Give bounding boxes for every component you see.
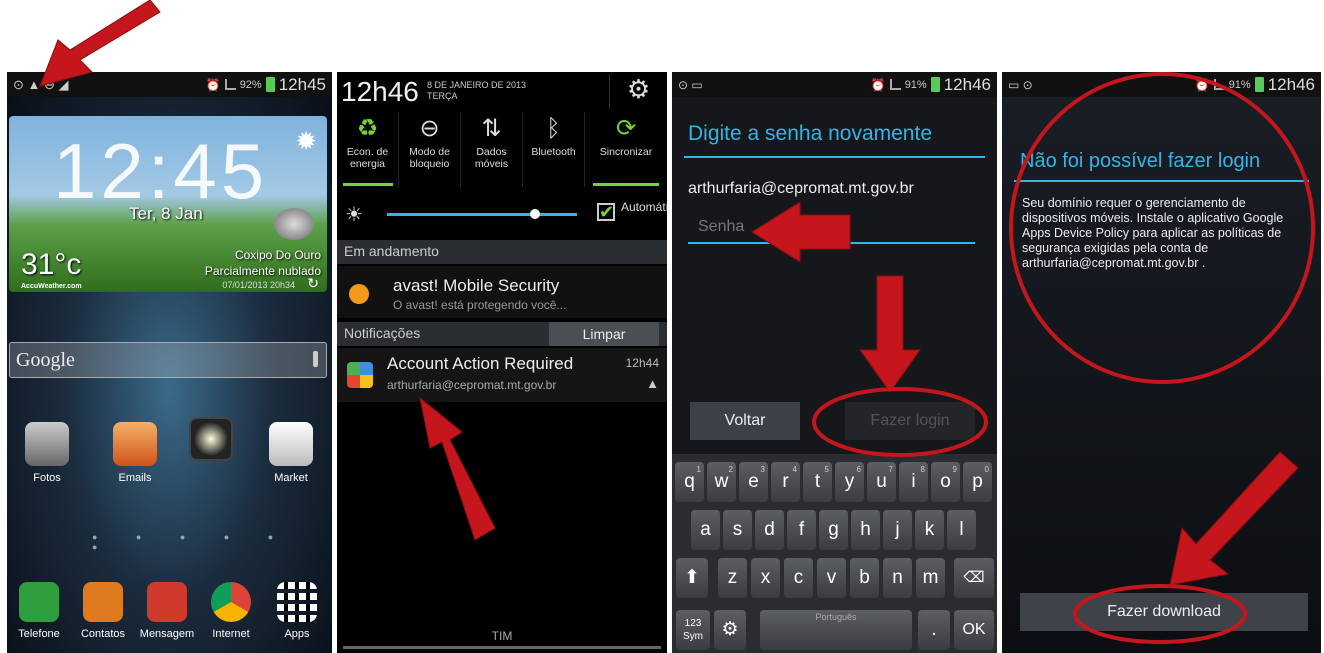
arrow-icon xyxy=(859,275,921,393)
arrow-icon xyxy=(419,396,496,541)
highlight-ring xyxy=(1073,584,1247,644)
highlight-ring xyxy=(1009,72,1315,384)
arrow-icon xyxy=(1169,451,1299,586)
arrow-icon xyxy=(39,0,161,87)
annotation-overlay xyxy=(39,0,1315,644)
highlight-ring xyxy=(812,387,988,457)
